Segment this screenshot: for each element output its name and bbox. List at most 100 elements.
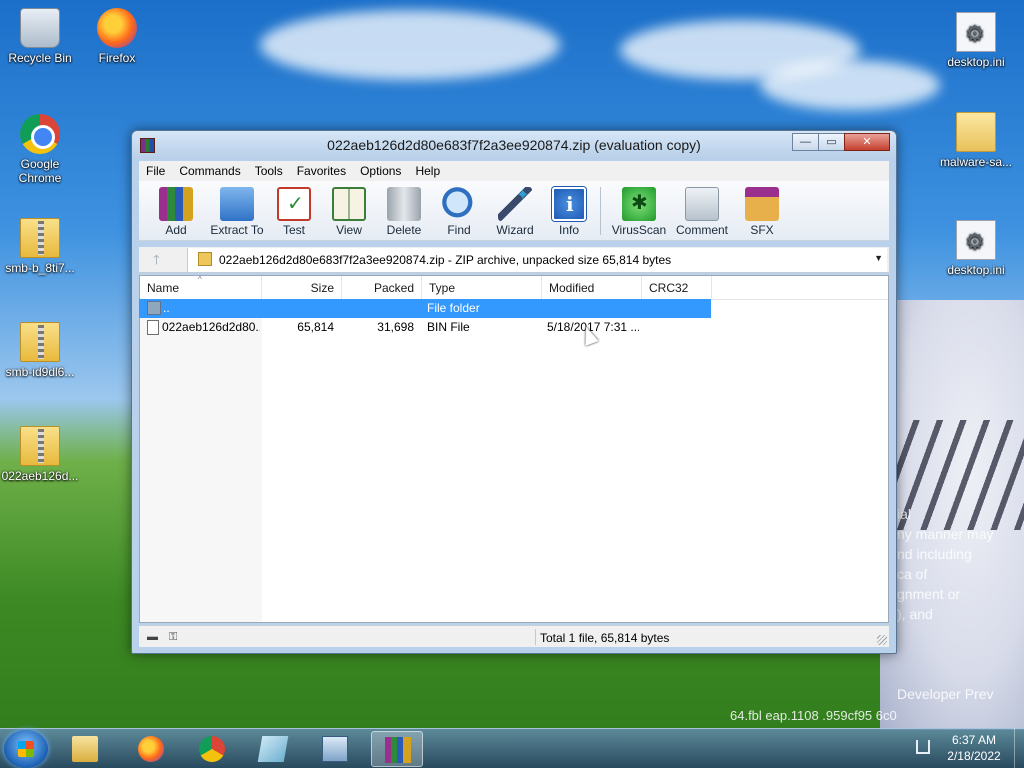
- name-column-shade: [140, 300, 262, 622]
- toolbar-label: SFX: [750, 223, 774, 237]
- desktop-icon-label: smb-id9dl6...: [5, 365, 75, 379]
- up-arrow-icon[interactable]: 🡑: [153, 251, 160, 273]
- menu-favorites[interactable]: Favorites: [290, 164, 353, 178]
- row-type: File folder: [427, 301, 480, 315]
- recycle-bin-icon: [20, 8, 60, 48]
- taskbar-explorer[interactable]: [59, 731, 111, 767]
- column-header-size[interactable]: Size: [262, 276, 342, 300]
- chevron-down-icon[interactable]: ▼: [874, 253, 883, 263]
- desktop-icon-firefox[interactable]: Firefox: [77, 8, 157, 65]
- magnifier-icon: [442, 187, 476, 221]
- taskbar-chrome[interactable]: [186, 731, 238, 767]
- desktop-icon-desktop-ini[interactable]: desktop.ini: [936, 12, 1016, 69]
- wallpaper-text: nd including: [897, 546, 972, 562]
- menu-help[interactable]: Help: [408, 164, 447, 178]
- taskbar: [0, 728, 1024, 768]
- desktop-icon-label: 022aeb126d...: [1, 469, 79, 483]
- file-icon: [147, 320, 159, 335]
- menu-bar: File Commands Tools Favorites Options He…: [139, 161, 889, 181]
- network-tray-icon[interactable]: [916, 740, 930, 754]
- info-button[interactable]: Info: [541, 187, 597, 237]
- sfx-button[interactable]: SFX: [734, 187, 790, 237]
- desktop-icon-label: Recycle Bin: [8, 51, 72, 65]
- toolbar: Add Extract To Test View Delete Find Wiz…: [139, 181, 889, 241]
- wallpaper-text: Developer Prev: [897, 686, 994, 702]
- comment-button[interactable]: Comment: [671, 187, 733, 237]
- taskbar-firefox[interactable]: [125, 731, 177, 767]
- address-bar: 🡑 022aeb126d2d80e683f7f2a3ee920874.zip -…: [139, 247, 889, 273]
- maximize-button[interactable]: ▭: [818, 133, 845, 151]
- settings-file-icon: [956, 12, 996, 52]
- table-row-parent-folder[interactable]: .. File folder: [139, 299, 711, 318]
- desktop-icon-desktop-ini[interactable]: desktop.ini: [936, 220, 1016, 277]
- taskbar-clock[interactable]: 6:37 AM 2/18/2022: [936, 732, 1012, 764]
- chrome-icon: [199, 736, 225, 762]
- toolbar-label: Delete: [386, 223, 422, 237]
- desktop-icon-zip-folder[interactable]: smb-id9dl6...: [0, 322, 80, 379]
- column-header-type[interactable]: Type: [422, 276, 542, 300]
- info-icon: [552, 187, 586, 221]
- address-field[interactable]: 022aeb126d2d80e683f7f2a3ee920874.zip - Z…: [187, 248, 887, 272]
- menu-options[interactable]: Options: [353, 164, 408, 178]
- winrar-icon: [385, 737, 411, 763]
- column-header-modified[interactable]: Modified: [542, 276, 642, 300]
- wallpaper-text: ny manner may: [897, 526, 994, 542]
- wallpaper-text: 64.fbl eap.1108 .959cf95 6c0: [730, 708, 897, 723]
- network-monitor-icon: [322, 736, 348, 762]
- test-button[interactable]: Test: [266, 187, 322, 237]
- toolbar-label: VirusScan: [611, 223, 667, 237]
- desktop-icon-google-chrome[interactable]: Google Chrome: [0, 114, 80, 185]
- view-button[interactable]: View: [321, 187, 377, 237]
- sort-caret-icon: ^: [198, 275, 202, 284]
- desktop-icon-label: Firefox: [98, 51, 136, 65]
- close-button[interactable]: ✕: [844, 133, 890, 151]
- wallpaper-text: ), and: [897, 606, 933, 622]
- toolbar-label: Add: [165, 223, 187, 237]
- window-titlebar[interactable]: 022aeb126d2d80e683f7f2a3ee920874.zip (ev…: [132, 131, 896, 159]
- column-header-name[interactable]: Name ^: [140, 275, 262, 300]
- row-name: 022aeb126d2d80...: [162, 320, 260, 334]
- menu-tools[interactable]: Tools: [248, 164, 290, 178]
- toolbar-label: Test: [282, 223, 305, 237]
- drive-key-icons[interactable]: ▬ ⚿: [147, 631, 181, 644]
- zip-folder-icon: [20, 322, 60, 362]
- window-title: 022aeb126d2d80e683f7f2a3ee920874.zip (ev…: [327, 137, 701, 153]
- virusscan-button[interactable]: VirusScan: [608, 187, 670, 237]
- wand-icon: [498, 185, 532, 221]
- find-button[interactable]: Find: [431, 187, 487, 237]
- desktop-icon-zip-folder[interactable]: smb-b_8ti7...: [0, 218, 80, 275]
- column-header-crc32[interactable]: CRC32: [642, 276, 712, 300]
- toolbar-separator: [600, 187, 601, 235]
- row-name: ..: [163, 301, 170, 315]
- taskbar-network[interactable]: [309, 731, 361, 767]
- table-row[interactable]: 022aeb126d2d80... 65,814 31,698 BIN File…: [139, 318, 711, 337]
- status-separator: [535, 629, 536, 645]
- wallpaper-cloud: [760, 60, 940, 110]
- start-button[interactable]: [4, 730, 48, 768]
- status-text: Total 1 file, 65,814 bytes: [540, 631, 670, 645]
- menu-commands[interactable]: Commands: [172, 164, 247, 178]
- taskbar-winrar[interactable]: [371, 731, 423, 767]
- extract-to-button[interactable]: Extract To: [207, 187, 267, 237]
- minimize-button[interactable]: —: [792, 133, 819, 151]
- desktop-icon-zip-folder[interactable]: 022aeb126d...: [0, 426, 80, 483]
- trash-icon: [387, 187, 421, 221]
- row-type: BIN File: [427, 320, 470, 334]
- delete-button[interactable]: Delete: [376, 187, 432, 237]
- show-desktop-button[interactable]: [1014, 728, 1024, 768]
- desktop-icon-malware-samples[interactable]: malware-sa...: [936, 112, 1016, 169]
- zip-folder-icon: [20, 426, 60, 466]
- desktop-icon-recycle-bin[interactable]: Recycle Bin: [0, 8, 80, 65]
- wizard-button[interactable]: Wizard: [487, 185, 543, 237]
- settings-file-icon: [956, 220, 996, 260]
- desktop-icon-label: desktop.ini: [947, 263, 1005, 277]
- menu-file[interactable]: File: [139, 164, 172, 178]
- resize-grip-icon[interactable]: [877, 635, 887, 645]
- folder-icon: [72, 736, 98, 762]
- caption-buttons: — ▭ ✕: [792, 133, 890, 151]
- firefox-icon: [138, 736, 164, 762]
- add-button[interactable]: Add: [148, 187, 204, 237]
- column-header-packed[interactable]: Packed: [342, 276, 422, 300]
- toolbar-label: View: [336, 223, 362, 237]
- taskbar-notepad[interactable]: [247, 731, 299, 767]
